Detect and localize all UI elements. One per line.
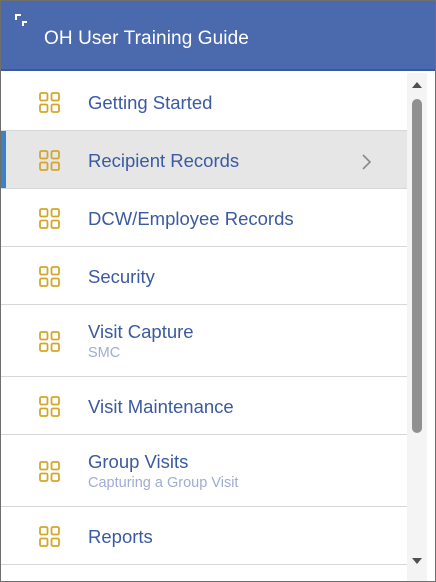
menu-item-recipient-records[interactable]: Recipient Records (1, 131, 407, 189)
expand-icon[interactable] (15, 14, 29, 28)
vertical-scrollbar[interactable] (407, 73, 427, 581)
grid-icon (39, 150, 60, 171)
menu-item-visit-maintenance[interactable]: Visit Maintenance (1, 377, 407, 435)
grid-icon (39, 208, 60, 229)
menu-item-label: Security (88, 266, 155, 287)
menu-item-label: Visit Maintenance (88, 396, 234, 417)
menu-item-dcw-employee-records[interactable]: DCW/Employee Records (1, 189, 407, 247)
menu-item-subtitle: SMC (88, 345, 121, 361)
menu-item-visit-capture[interactable]: Visit Capture SMC (1, 305, 407, 377)
menu-item-label: Reports (88, 526, 153, 547)
grid-icon (39, 266, 60, 287)
active-indicator (1, 131, 6, 188)
menu-item-label: Recipient Records (88, 150, 240, 171)
scroll-down-arrow-icon[interactable] (411, 557, 423, 565)
menu-item-label: Group Visits (88, 451, 189, 472)
menu-item-security[interactable]: Security (1, 247, 407, 305)
menu-item-group-visits[interactable]: Group Visits Capturing a Group Visit (1, 435, 407, 507)
page-title: OH User Training Guide (44, 28, 249, 49)
grid-icon (39, 461, 60, 482)
panel-header: OH User Training Guide (1, 1, 435, 71)
scroll-up-arrow-icon[interactable] (411, 81, 423, 89)
chevron-right-icon[interactable] (360, 153, 372, 171)
scrollbar-thumb[interactable] (412, 99, 422, 433)
grid-icon (39, 331, 60, 352)
menu-list: Getting Started Recipient Records DCW/Em… (1, 73, 407, 581)
grid-icon (39, 526, 60, 547)
menu-item-getting-started[interactable]: Getting Started (1, 73, 407, 131)
grid-icon (39, 92, 60, 113)
menu-item-reports[interactable]: Reports (1, 507, 407, 565)
menu-item-label: DCW/Employee Records (88, 208, 294, 229)
menu-item-label: Getting Started (88, 92, 213, 113)
grid-icon (39, 396, 60, 417)
menu-item-subtitle: Capturing a Group Visit (88, 475, 239, 491)
menu-item-label: Visit Capture (88, 321, 194, 342)
menu-panel: OH User Training Guide Getting Started R… (0, 0, 436, 582)
